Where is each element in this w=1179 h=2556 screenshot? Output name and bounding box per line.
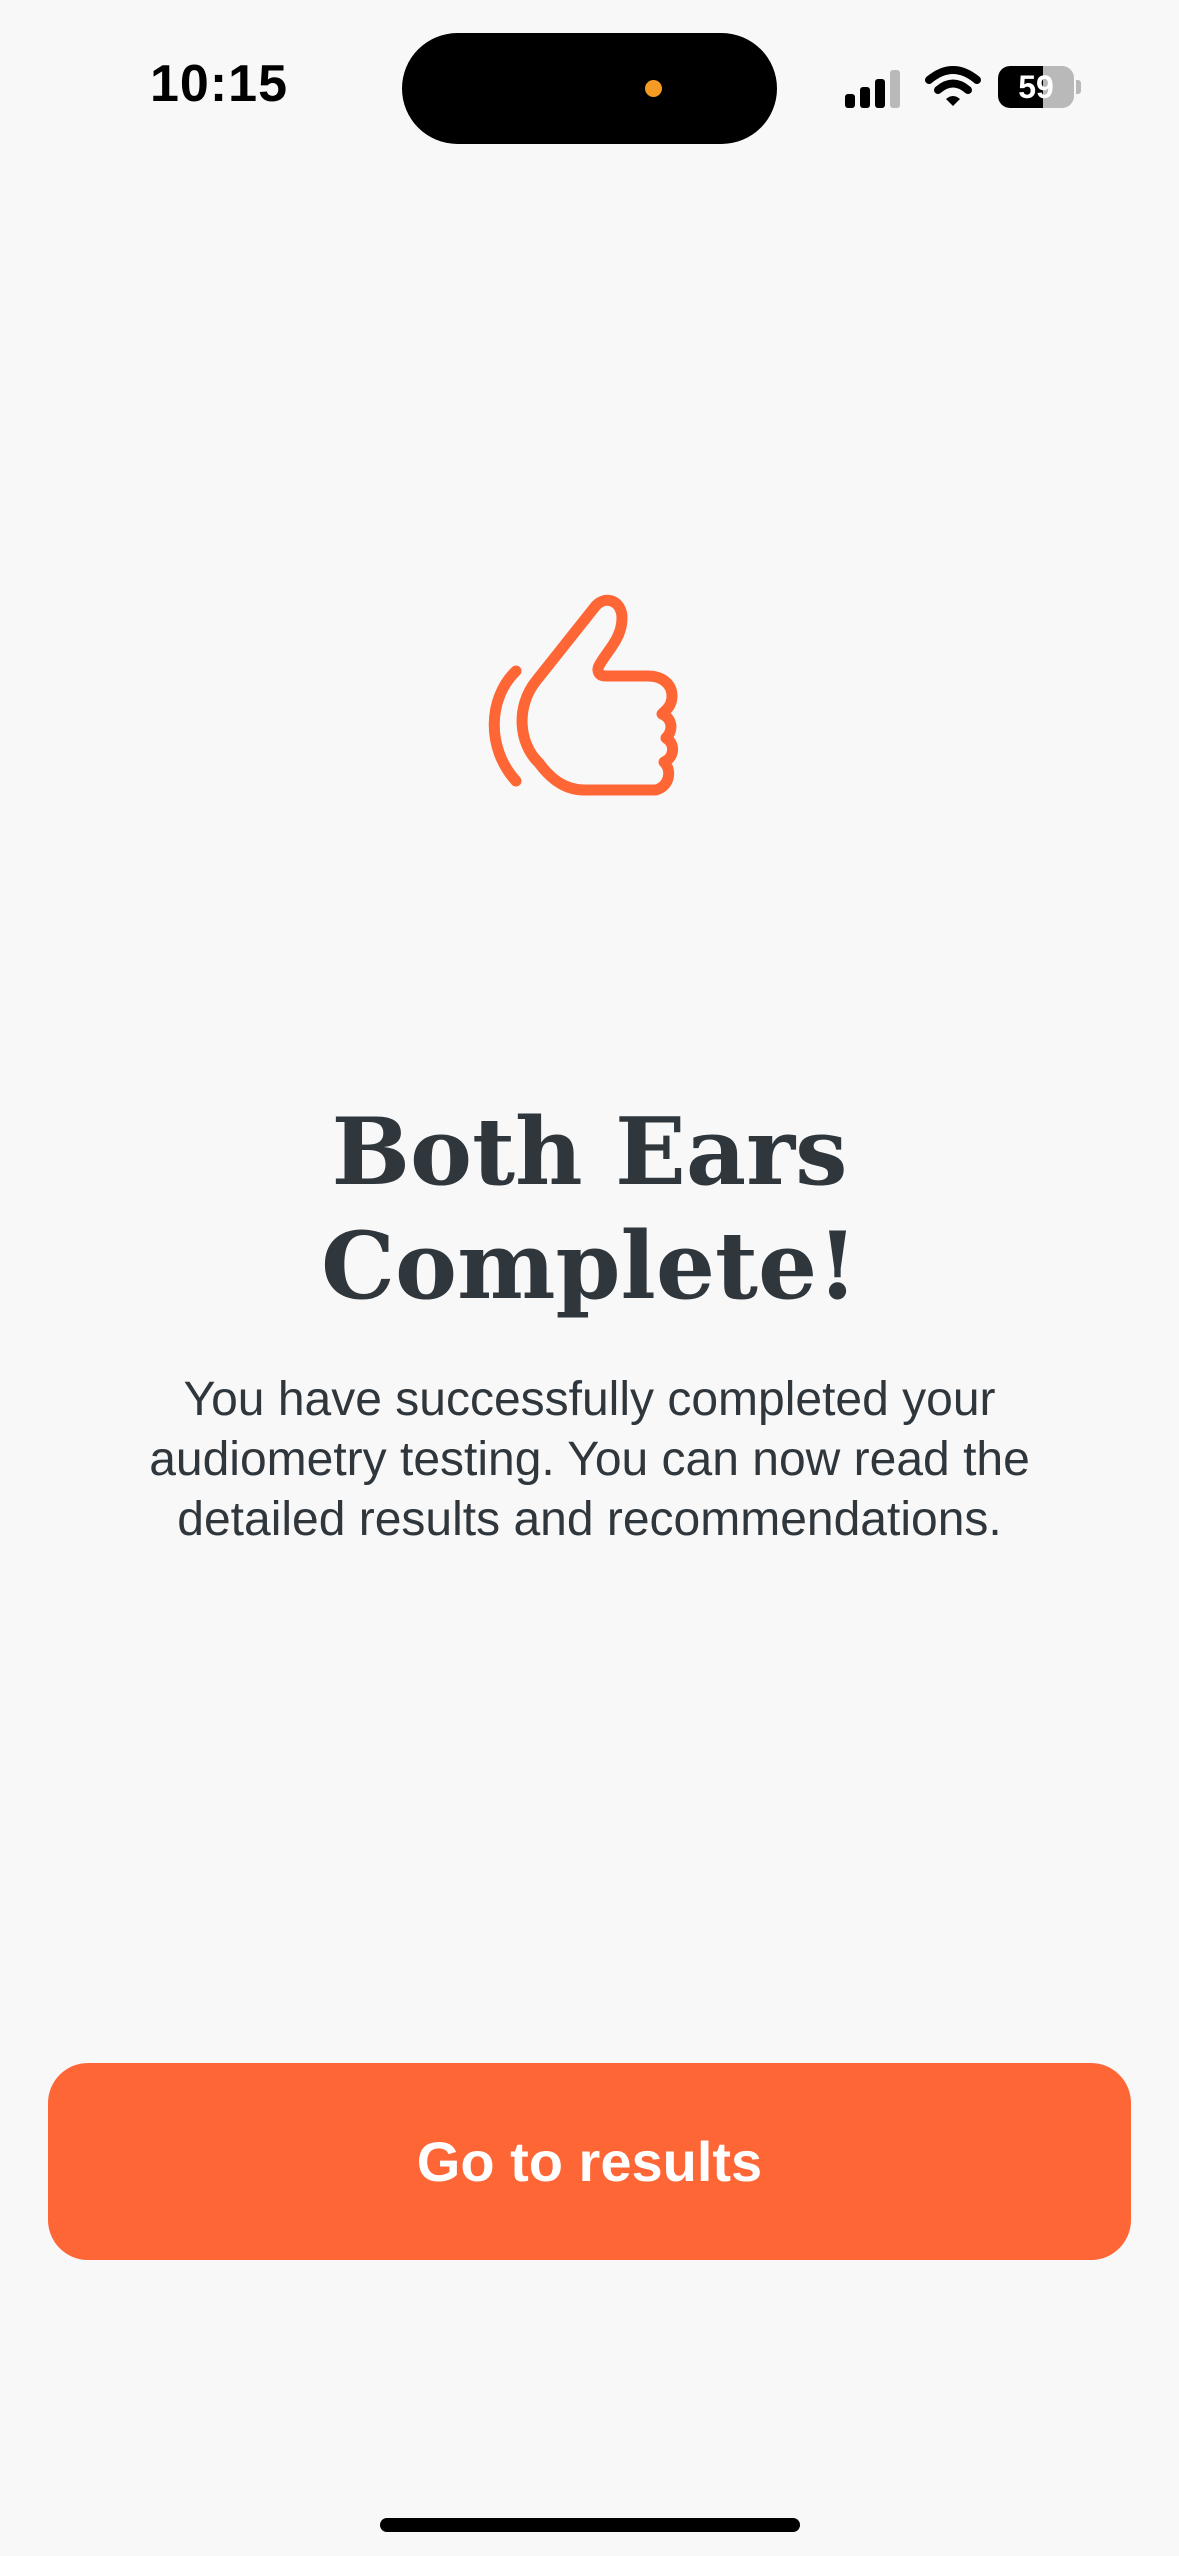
battery-percentage: 59 xyxy=(1018,69,1054,105)
page-title: Both Ears Complete! xyxy=(321,1097,858,1320)
home-indicator[interactable] xyxy=(380,2518,800,2532)
dynamic-island xyxy=(402,33,777,144)
recording-indicator-dot xyxy=(645,80,662,97)
cellular-signal-icon xyxy=(845,70,903,108)
battery-cap xyxy=(1076,80,1081,94)
thumbs-up-icon xyxy=(488,594,678,796)
completion-description: You have successfully completed your aud… xyxy=(149,1373,1030,1546)
wifi-icon xyxy=(925,66,981,106)
go-to-results-button[interactable]: Go to results xyxy=(48,2063,1131,2260)
battery-body: 59 xyxy=(998,66,1074,108)
battery-icon: 59 xyxy=(998,66,1081,108)
status-bar: 10:15 59 xyxy=(0,0,1179,170)
status-time: 10:15 xyxy=(150,55,288,113)
